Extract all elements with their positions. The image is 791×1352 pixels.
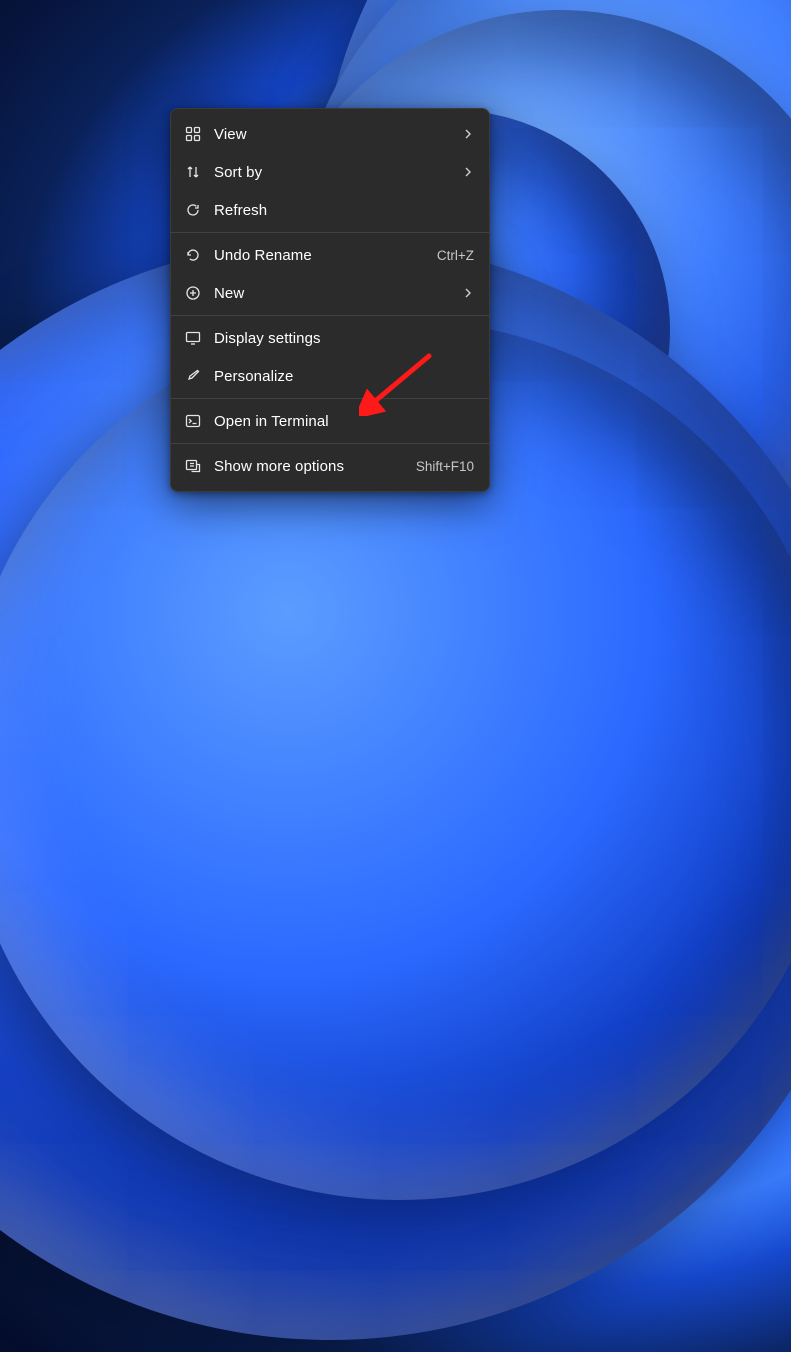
menu-item-shortcut: Ctrl+Z bbox=[437, 248, 474, 263]
desktop-context-menu: View Sort by Refresh bbox=[170, 108, 490, 492]
menu-item-label: Open in Terminal bbox=[214, 413, 474, 430]
menu-group: Undo Rename Ctrl+Z New bbox=[176, 235, 484, 313]
menu-divider bbox=[171, 443, 489, 444]
menu-item-label: Refresh bbox=[214, 202, 474, 219]
menu-divider bbox=[171, 398, 489, 399]
menu-item-label: New bbox=[214, 285, 462, 302]
menu-item-label: Undo Rename bbox=[214, 247, 427, 264]
menu-item-label: View bbox=[214, 126, 462, 143]
menu-item-view[interactable]: View bbox=[176, 115, 484, 153]
menu-item-undo-rename[interactable]: Undo Rename Ctrl+Z bbox=[176, 236, 484, 274]
menu-item-label: Personalize bbox=[214, 368, 474, 385]
menu-divider bbox=[171, 232, 489, 233]
menu-item-refresh[interactable]: Refresh bbox=[176, 191, 484, 229]
menu-item-sort-by[interactable]: Sort by bbox=[176, 153, 484, 191]
menu-item-label: Show more options bbox=[214, 458, 406, 475]
menu-item-personalize[interactable]: Personalize bbox=[176, 357, 484, 395]
more-options-icon bbox=[184, 457, 202, 475]
menu-item-display-settings[interactable]: Display settings bbox=[176, 319, 484, 357]
menu-group: Show more options Shift+F10 bbox=[176, 446, 484, 486]
menu-group: View Sort by Refresh bbox=[176, 114, 484, 230]
sort-icon bbox=[184, 163, 202, 181]
chevron-right-icon bbox=[462, 129, 474, 139]
undo-icon bbox=[184, 246, 202, 264]
paintbrush-icon bbox=[184, 367, 202, 385]
menu-item-label: Sort by bbox=[214, 164, 462, 181]
menu-item-label: Display settings bbox=[214, 330, 474, 347]
menu-item-new[interactable]: New bbox=[176, 274, 484, 312]
menu-group: Open in Terminal bbox=[176, 401, 484, 441]
menu-item-open-in-terminal[interactable]: Open in Terminal bbox=[176, 402, 484, 440]
terminal-icon bbox=[184, 412, 202, 430]
menu-item-show-more-options[interactable]: Show more options Shift+F10 bbox=[176, 447, 484, 485]
menu-item-shortcut: Shift+F10 bbox=[416, 459, 474, 474]
display-icon bbox=[184, 329, 202, 347]
menu-group: Display settings Personalize bbox=[176, 318, 484, 396]
chevron-right-icon bbox=[462, 167, 474, 177]
grid-icon bbox=[184, 125, 202, 143]
chevron-right-icon bbox=[462, 288, 474, 298]
refresh-icon bbox=[184, 201, 202, 219]
plus-circle-icon bbox=[184, 284, 202, 302]
menu-divider bbox=[171, 315, 489, 316]
